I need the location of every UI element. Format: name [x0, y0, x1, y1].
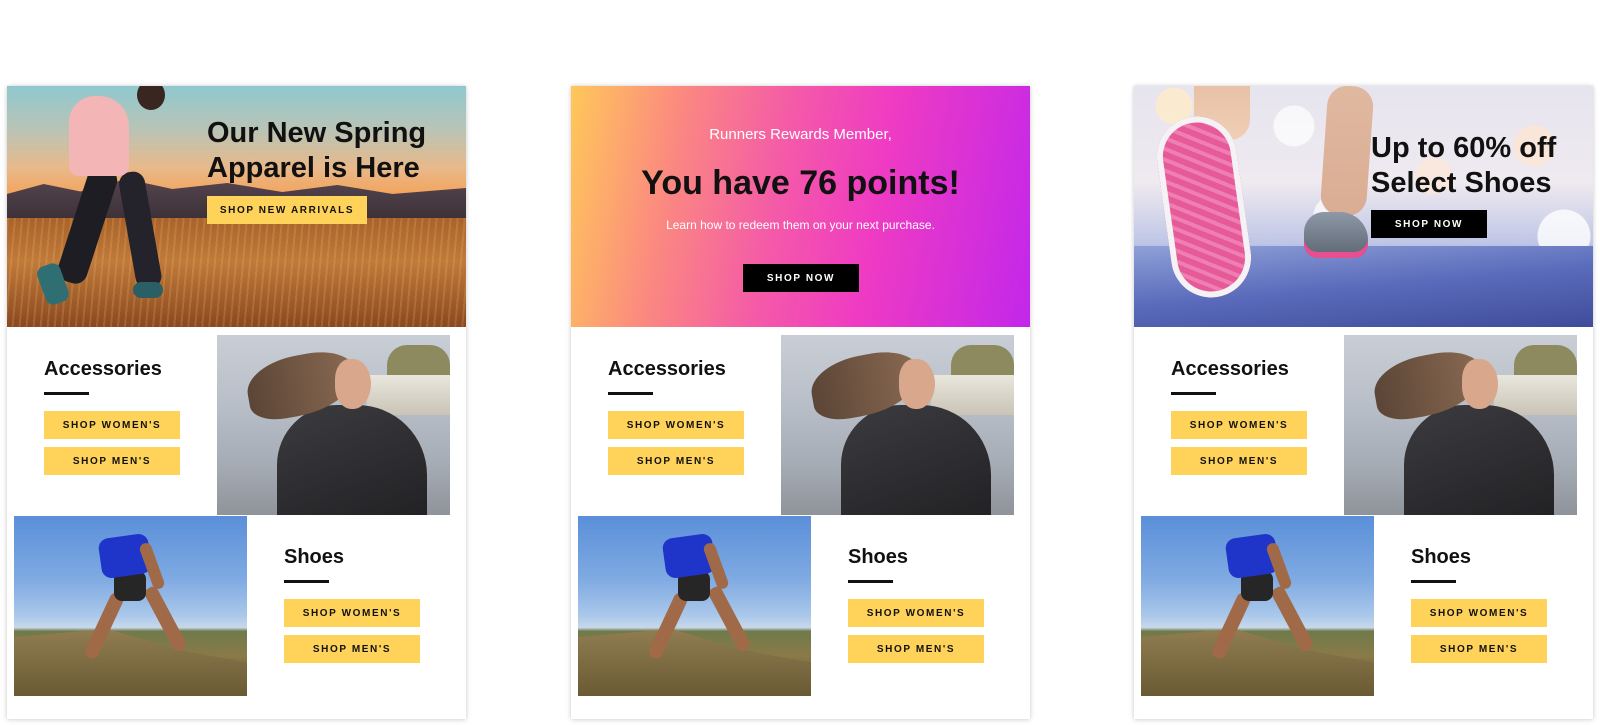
accessories-shop-mens-button[interactable]: SHOP MEN'S: [44, 447, 180, 475]
accessories-woman-runner-image[interactable]: [781, 335, 1014, 515]
shop-now-button[interactable]: SHOP NOW: [743, 264, 859, 292]
hero-banner-shoe-sale: Up to 60% off Select Shoes SHOP NOW: [1134, 86, 1593, 327]
hero-title: You have 76 points!: [641, 164, 960, 202]
accessories-heading: Accessories: [608, 358, 726, 380]
shoes-man-runner-image[interactable]: [1141, 516, 1374, 696]
accessories-shop-mens-button[interactable]: SHOP MEN'S: [608, 447, 744, 475]
accessories-shop-womens-button[interactable]: SHOP WOMEN'S: [608, 411, 744, 439]
shoes-shop-mens-button[interactable]: SHOP MEN'S: [848, 635, 984, 663]
accessories-woman-runner-image[interactable]: [1344, 335, 1577, 515]
accessories-underline: [44, 392, 89, 395]
shop-new-arrivals-button[interactable]: SHOP NEW ARRIVALS: [207, 196, 367, 224]
shoes-shop-mens-button[interactable]: SHOP MEN'S: [1411, 635, 1547, 663]
accessories-underline: [1171, 392, 1216, 395]
accessories-woman-runner-image[interactable]: [217, 335, 450, 515]
shoes-man-runner-image[interactable]: [578, 516, 811, 696]
hero-banner-rewards: Runners Rewards Member, You have 76 poin…: [571, 86, 1030, 327]
shoes-shop-mens-button[interactable]: SHOP MEN'S: [284, 635, 420, 663]
email-card-spring-apparel: Our New Spring Apparel is Here SHOP NEW …: [7, 86, 466, 719]
shoes-shop-womens-button[interactable]: SHOP WOMEN'S: [284, 599, 420, 627]
shoes-heading: Shoes: [848, 546, 909, 568]
shoes-shop-womens-button[interactable]: SHOP WOMEN'S: [1411, 599, 1547, 627]
shoes-underline: [848, 580, 893, 583]
hero-title: Our New Spring Apparel is Here: [207, 117, 427, 185]
shoes-underline: [284, 580, 329, 583]
accessories-underline: [608, 392, 653, 395]
accessories-shop-womens-button[interactable]: SHOP WOMEN'S: [44, 411, 180, 439]
shoes-shop-womens-button[interactable]: SHOP WOMEN'S: [848, 599, 984, 627]
shoes-man-runner-image[interactable]: [14, 516, 247, 696]
accessories-shop-womens-button[interactable]: SHOP WOMEN'S: [1171, 411, 1307, 439]
rewards-greeting: Runners Rewards Member,: [709, 126, 892, 143]
shop-now-button[interactable]: SHOP NOW: [1371, 210, 1487, 238]
email-card-rewards: Runners Rewards Member, You have 76 poin…: [571, 86, 1030, 719]
hero-banner-spring: Our New Spring Apparel is Here SHOP NEW …: [7, 86, 466, 327]
email-card-shoe-sale: Up to 60% off Select Shoes SHOP NOW Acce…: [1134, 86, 1593, 719]
accessories-heading: Accessories: [44, 358, 162, 380]
shoes-heading: Shoes: [284, 546, 345, 568]
shoes-heading: Shoes: [1411, 546, 1472, 568]
accessories-heading: Accessories: [1171, 358, 1289, 380]
rewards-subtitle: Learn how to redeem them on your next pu…: [666, 218, 935, 232]
accessories-shop-mens-button[interactable]: SHOP MEN'S: [1171, 447, 1307, 475]
shoes-underline: [1411, 580, 1456, 583]
hero-title: Up to 60% off Select Shoes: [1371, 132, 1557, 200]
